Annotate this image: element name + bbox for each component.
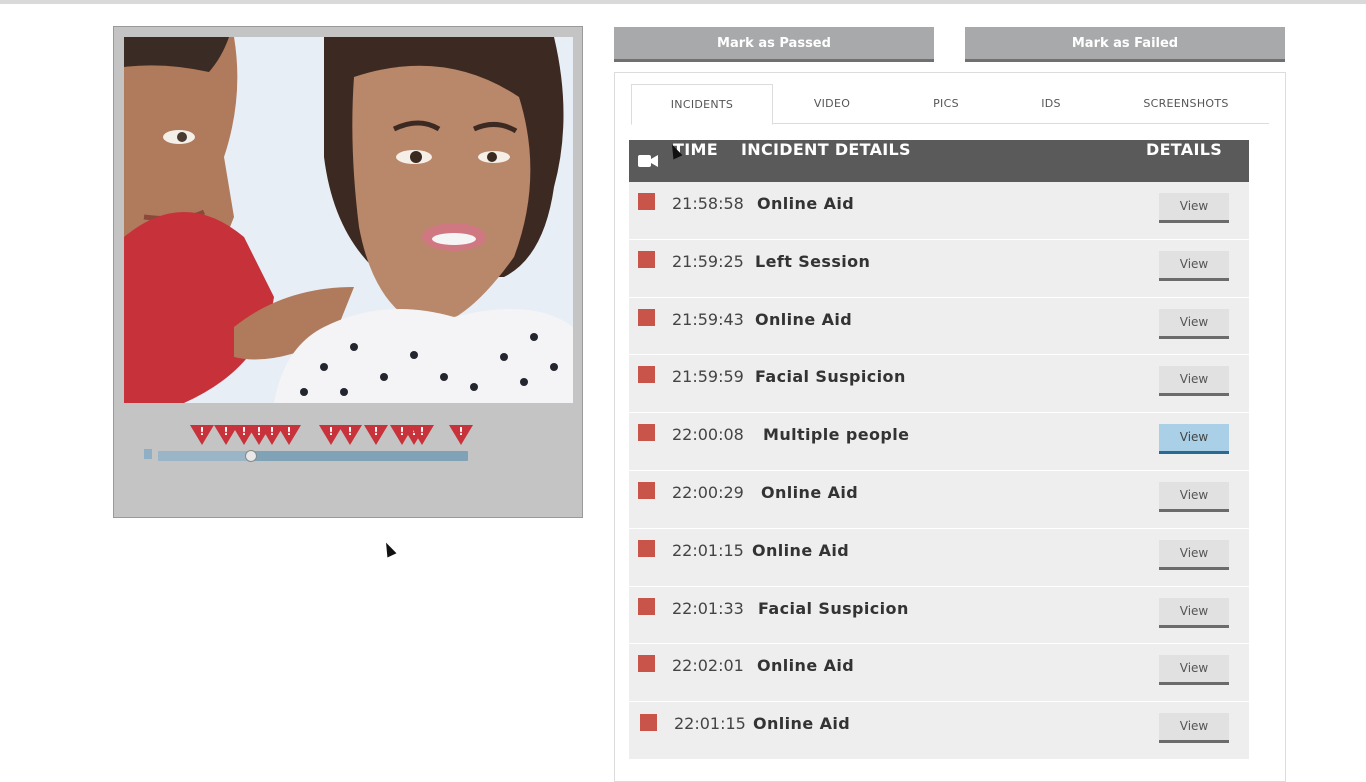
header-incident-details: INCIDENT DETAILS: [741, 140, 911, 159]
incident-flag-icon: [638, 655, 655, 673]
table-row: 22:01:15 Online Aid View: [629, 528, 1249, 587]
pause-icon[interactable]: [144, 449, 152, 459]
warning-triangle-icon[interactable]: !: [190, 425, 214, 445]
incident-detail: Multiple people: [763, 425, 910, 445]
view-button[interactable]: View: [1159, 539, 1229, 570]
incident-detail: Facial Suspicion: [758, 598, 909, 618]
marker-glyph: !: [269, 425, 275, 438]
marker-glyph: !: [286, 425, 292, 438]
incident-detail: Online Aid: [752, 540, 850, 560]
tab-video[interactable]: VIDEO: [773, 84, 891, 124]
header-details: DETAILS: [1146, 140, 1223, 159]
video-image: [124, 37, 573, 403]
incident-time: 22:00:29: [672, 482, 744, 502]
incidents-list: 21:58:58 Online Aid View 21:59:25 Left S…: [629, 182, 1249, 760]
tab-screenshots[interactable]: SCREENSHOTS: [1121, 84, 1251, 124]
table-row: 22:00:29 Online Aid View: [629, 470, 1249, 529]
video-camera-icon: [638, 155, 658, 167]
view-button[interactable]: View: [1159, 308, 1229, 339]
incident-detail: Online Aid: [755, 309, 853, 329]
progress-thumb[interactable]: [245, 450, 257, 462]
incident-flag-icon: [638, 193, 655, 210]
video-player: !!!!!!!!!!!!!: [113, 26, 583, 518]
view-button[interactable]: View: [1159, 655, 1229, 686]
tab-ids[interactable]: IDS: [1001, 84, 1101, 124]
incident-time: 22:01:15: [672, 540, 744, 560]
incidents-table-header: TIME INCIDENT DETAILS DETAILS: [629, 140, 1249, 182]
table-row: 22:02:01 Online Aid View: [629, 644, 1249, 703]
table-row: 21:59:25 Left Session View: [629, 239, 1249, 298]
incident-flag-icon: [638, 597, 655, 615]
view-button[interactable]: View: [1159, 193, 1229, 223]
table-row: 22:01:15 Online Aid View: [629, 702, 1249, 760]
incident-time: 21:58:58: [672, 194, 744, 213]
mouse-cursor-icon: [381, 540, 397, 558]
view-button[interactable]: View: [1159, 424, 1229, 455]
incident-time: 21:59:43: [672, 309, 744, 329]
incidents-panel: INCIDENTS VIDEO PICS IDS SCREENSHOTS TIM…: [614, 72, 1286, 782]
incident-detail: Left Session: [755, 251, 871, 271]
view-button[interactable]: View: [1159, 481, 1229, 512]
incident-flag-icon: [638, 250, 655, 268]
table-row: 21:58:58 Online Aid View: [629, 182, 1249, 240]
incident-markers: !!!!!!!!!!!!!: [114, 425, 584, 449]
table-row: 22:00:08 Multiple people View: [629, 413, 1249, 471]
view-button[interactable]: View: [1159, 597, 1229, 628]
table-row: 21:59:59 Facial Suspicion View: [629, 355, 1249, 414]
view-button[interactable]: View: [1159, 250, 1229, 281]
warning-triangle-icon[interactable]: !: [338, 425, 362, 445]
warning-triangle-icon[interactable]: !: [410, 425, 434, 445]
tab-incidents[interactable]: INCIDENTS: [631, 84, 773, 125]
view-button[interactable]: View: [1159, 713, 1229, 744]
incident-flag-icon: [638, 366, 655, 384]
incident-flag-icon: [638, 424, 655, 442]
incident-time: 21:59:25: [672, 251, 744, 271]
tab-pics[interactable]: PICS: [891, 84, 1001, 124]
incident-flag-icon: [638, 481, 655, 499]
warning-triangle-icon[interactable]: !: [364, 425, 388, 445]
video-frame[interactable]: [124, 37, 573, 403]
warning-triangle-icon[interactable]: !: [449, 425, 473, 445]
incident-flag-icon: [640, 714, 657, 732]
view-button[interactable]: View: [1159, 366, 1229, 397]
top-border: [0, 0, 1366, 4]
incident-time: 22:01:15: [674, 714, 746, 734]
incident-detail: Online Aid: [761, 482, 859, 502]
incident-flag-icon: [638, 308, 655, 326]
progress-bar[interactable]: [158, 450, 468, 462]
progress-played: [158, 451, 251, 461]
marker-glyph: !: [458, 425, 464, 438]
marker-glyph: !: [223, 425, 229, 438]
mark-failed-button[interactable]: Mark as Failed: [965, 27, 1285, 62]
marker-glyph: !: [419, 425, 425, 438]
marker-glyph: !: [199, 425, 205, 438]
incident-detail: Online Aid: [757, 194, 855, 213]
marker-glyph: !: [347, 425, 353, 438]
incident-detail: Online Aid: [753, 714, 851, 734]
warning-triangle-icon[interactable]: !: [277, 425, 301, 445]
incident-time: 22:02:01: [672, 656, 744, 676]
incident-time: 22:01:33: [672, 598, 744, 618]
incident-time: 21:59:59: [672, 367, 744, 387]
table-row: 21:59:43 Online Aid View: [629, 297, 1249, 356]
table-row: 22:01:33 Facial Suspicion View: [629, 586, 1249, 645]
marker-glyph: !: [328, 425, 334, 438]
tab-bar: INCIDENTS VIDEO PICS IDS SCREENSHOTS: [631, 84, 1269, 125]
marker-glyph: !: [373, 425, 379, 438]
incident-detail: Online Aid: [757, 656, 855, 676]
mark-passed-button[interactable]: Mark as Passed: [614, 27, 934, 62]
incident-time: 22:00:08: [672, 425, 744, 445]
incident-flag-icon: [638, 539, 655, 557]
incident-detail: Facial Suspicion: [755, 367, 906, 387]
